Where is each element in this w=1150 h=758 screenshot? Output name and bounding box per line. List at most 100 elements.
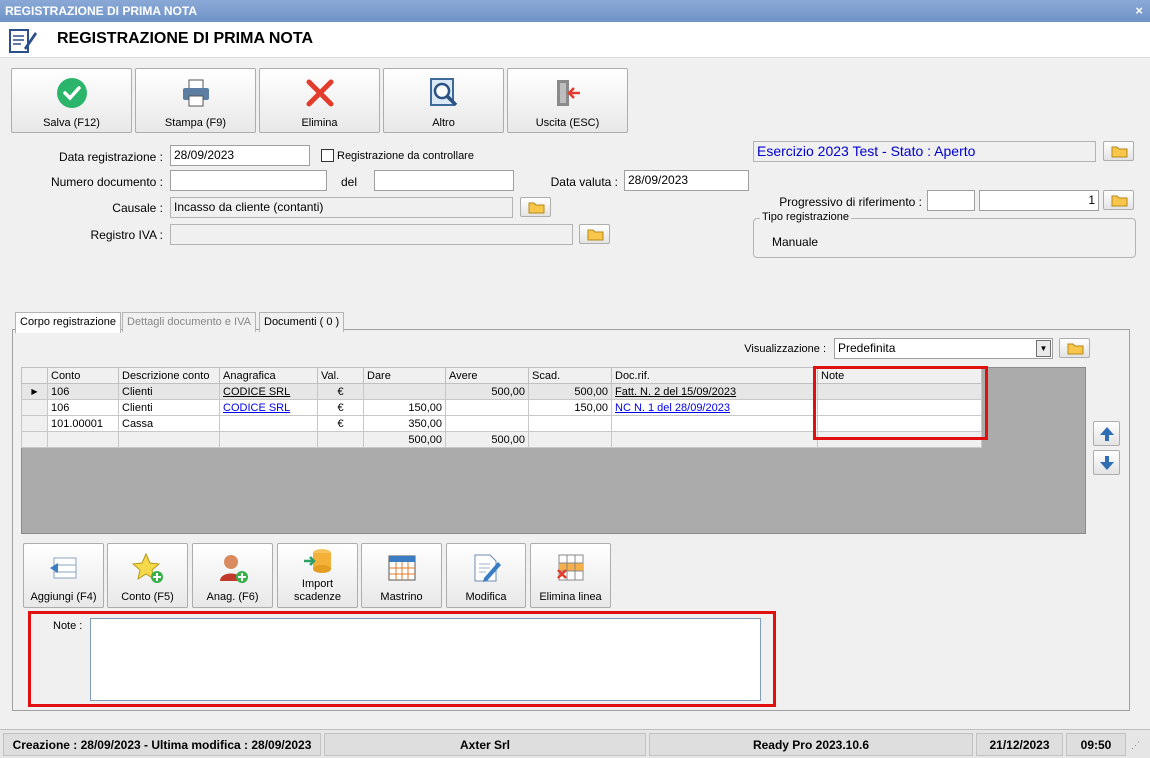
col-dare[interactable]: Dare xyxy=(363,367,446,384)
causale-browse-button[interactable] xyxy=(520,197,551,217)
edit-button[interactable]: Modifica xyxy=(446,543,526,608)
tipo-registrazione-label: Tipo registrazione xyxy=(760,211,852,223)
causale-field[interactable]: Incasso da cliente (contanti) xyxy=(170,197,513,218)
col-descrizione[interactable]: Descrizione conto xyxy=(118,367,220,384)
delete-label: Elimina xyxy=(301,117,338,129)
row-selector[interactable] xyxy=(21,399,48,416)
page-title: REGISTRAZIONE DI PRIMA NOTA xyxy=(57,30,313,47)
registro-iva-browse-button[interactable] xyxy=(579,224,610,244)
cell-anagrafica[interactable]: CODICE SRL xyxy=(219,399,318,416)
cell-avere[interactable] xyxy=(445,415,529,432)
progressivo-label: Progressivo di riferimento : xyxy=(779,195,922,209)
da-controllare-label: Registrazione da controllare xyxy=(337,150,474,162)
print-label: Stampa (F9) xyxy=(164,117,227,129)
status-product: Ready Pro 2023.10.6 xyxy=(649,733,973,756)
progressivo-number-input[interactable]: 1 xyxy=(979,190,1099,211)
data-valuta-input[interactable]: 28/09/2023 xyxy=(624,170,749,191)
exit-button[interactable]: Uscita (ESC) xyxy=(507,68,628,133)
cell-conto[interactable]: 101.00001 xyxy=(47,415,119,432)
cell-avere[interactable] xyxy=(445,399,529,416)
data-registrazione-input[interactable]: 28/09/2023 xyxy=(170,145,310,166)
cell-anagrafica[interactable] xyxy=(219,415,318,432)
col-docrif[interactable]: Doc.rif. xyxy=(611,367,818,384)
database-import-icon xyxy=(303,549,331,573)
check-icon xyxy=(57,78,87,108)
status-company: Axter Srl xyxy=(324,733,646,756)
cell-scad[interactable]: 500,00 xyxy=(528,383,612,400)
progressivo-prefix-input[interactable] xyxy=(927,190,975,211)
cell-val[interactable]: € xyxy=(317,399,364,416)
cell-scad[interactable] xyxy=(528,415,612,432)
visualizzazione-value: Predefinita xyxy=(838,341,896,355)
x-icon xyxy=(306,79,334,107)
close-icon[interactable]: × xyxy=(1135,0,1143,22)
add-row-label: Aggiungi (F4) xyxy=(30,591,97,603)
cell-conto[interactable]: 106 xyxy=(47,383,119,400)
cell-docrif[interactable]: NC N. 1 del 28/09/2023 xyxy=(611,399,818,416)
corner-cell xyxy=(21,367,48,384)
edit-label: Modifica xyxy=(465,591,507,603)
status-bar: Creazione : 28/09/2023 - Ultima modifica… xyxy=(0,729,1150,758)
delete-button[interactable]: Elimina xyxy=(259,68,380,133)
col-scad[interactable]: Scad. xyxy=(528,367,612,384)
progressivo-browse-button[interactable] xyxy=(1103,190,1134,210)
delete-line-label: Elimina linea xyxy=(539,591,602,603)
row-selector[interactable] xyxy=(21,415,48,432)
move-up-button[interactable] xyxy=(1093,421,1120,446)
journal-edit-icon xyxy=(9,29,37,53)
cell-conto[interactable]: 106 xyxy=(47,399,119,416)
col-conto[interactable]: Conto xyxy=(47,367,119,384)
visualizzazione-browse-button[interactable] xyxy=(1059,338,1090,358)
print-button[interactable]: Stampa (F9) xyxy=(135,68,256,133)
tab-corpo-registrazione[interactable]: Corpo registrazione xyxy=(15,312,121,333)
import-label-line1: Import xyxy=(301,578,334,590)
user-add-icon xyxy=(219,555,248,583)
import-scadenze-button[interactable]: Import scadenze xyxy=(277,543,358,608)
delete-row-icon xyxy=(556,554,583,581)
col-avere[interactable]: Avere xyxy=(445,367,529,384)
total-dare: 500,00 xyxy=(363,431,446,448)
col-val[interactable]: Val. xyxy=(317,367,364,384)
cell-dare[interactable]: 350,00 xyxy=(363,415,446,432)
cell-docrif[interactable] xyxy=(611,415,818,432)
delete-line-button[interactable]: Elimina linea xyxy=(530,543,611,608)
tab-dettagli-documento[interactable]: Dettagli documento e IVA xyxy=(122,312,256,332)
cell-dare[interactable]: 150,00 xyxy=(363,399,446,416)
total-spacer xyxy=(528,431,612,448)
account-button[interactable]: Conto (F5) xyxy=(107,543,188,608)
cell-val[interactable]: € xyxy=(317,383,364,400)
add-row-button[interactable]: Aggiungi (F4) xyxy=(23,543,104,608)
chevron-down-icon[interactable]: ▼ xyxy=(1036,340,1051,357)
row-selector-icon[interactable]: ▶ xyxy=(21,383,48,400)
resize-grip-icon[interactable]: ⋰ xyxy=(1131,740,1140,751)
total-spacer xyxy=(219,431,318,448)
cell-descrizione[interactable]: Clienti xyxy=(118,383,220,400)
del-date-input[interactable] xyxy=(374,170,514,191)
window-header: REGISTRAZIONE DI PRIMA NOTA xyxy=(0,22,1150,58)
esercizio-browse-button[interactable] xyxy=(1103,141,1134,161)
esercizio-field[interactable]: Esercizio 2023 Test - Stato : Aperto xyxy=(753,141,1096,162)
move-down-button[interactable] xyxy=(1093,450,1120,475)
cell-anagrafica[interactable]: CODICE SRL xyxy=(219,383,318,400)
status-date: 21/12/2023 xyxy=(976,733,1063,756)
da-controllare-checkbox[interactable] xyxy=(321,149,334,162)
cell-docrif[interactable]: Fatt. N. 2 del 15/09/2023 xyxy=(611,383,818,400)
visualizzazione-select[interactable]: Predefinita ▼ xyxy=(834,338,1053,359)
cell-dare[interactable] xyxy=(363,383,446,400)
registry-button[interactable]: Anag. (F6) xyxy=(192,543,273,608)
numero-documento-input[interactable] xyxy=(170,170,327,191)
cell-val[interactable]: € xyxy=(317,415,364,432)
exit-door-icon xyxy=(557,80,580,106)
tab-documenti[interactable]: Documenti ( 0 ) xyxy=(259,312,345,332)
registro-iva-field[interactable] xyxy=(170,224,573,245)
cell-scad[interactable]: 150,00 xyxy=(528,399,612,416)
save-button[interactable]: Salva (F12) xyxy=(11,68,132,133)
cell-descrizione[interactable]: Cassa xyxy=(118,415,220,432)
ledger-button[interactable]: Mastrino xyxy=(361,543,442,608)
col-anagrafica[interactable]: Anagrafica xyxy=(219,367,318,384)
cell-descrizione[interactable]: Clienti xyxy=(118,399,220,416)
folder-icon xyxy=(528,202,545,214)
other-button[interactable]: Altro xyxy=(383,68,504,133)
cell-avere[interactable]: 500,00 xyxy=(445,383,529,400)
window-title: REGISTRAZIONE DI PRIMA NOTA xyxy=(5,4,197,18)
